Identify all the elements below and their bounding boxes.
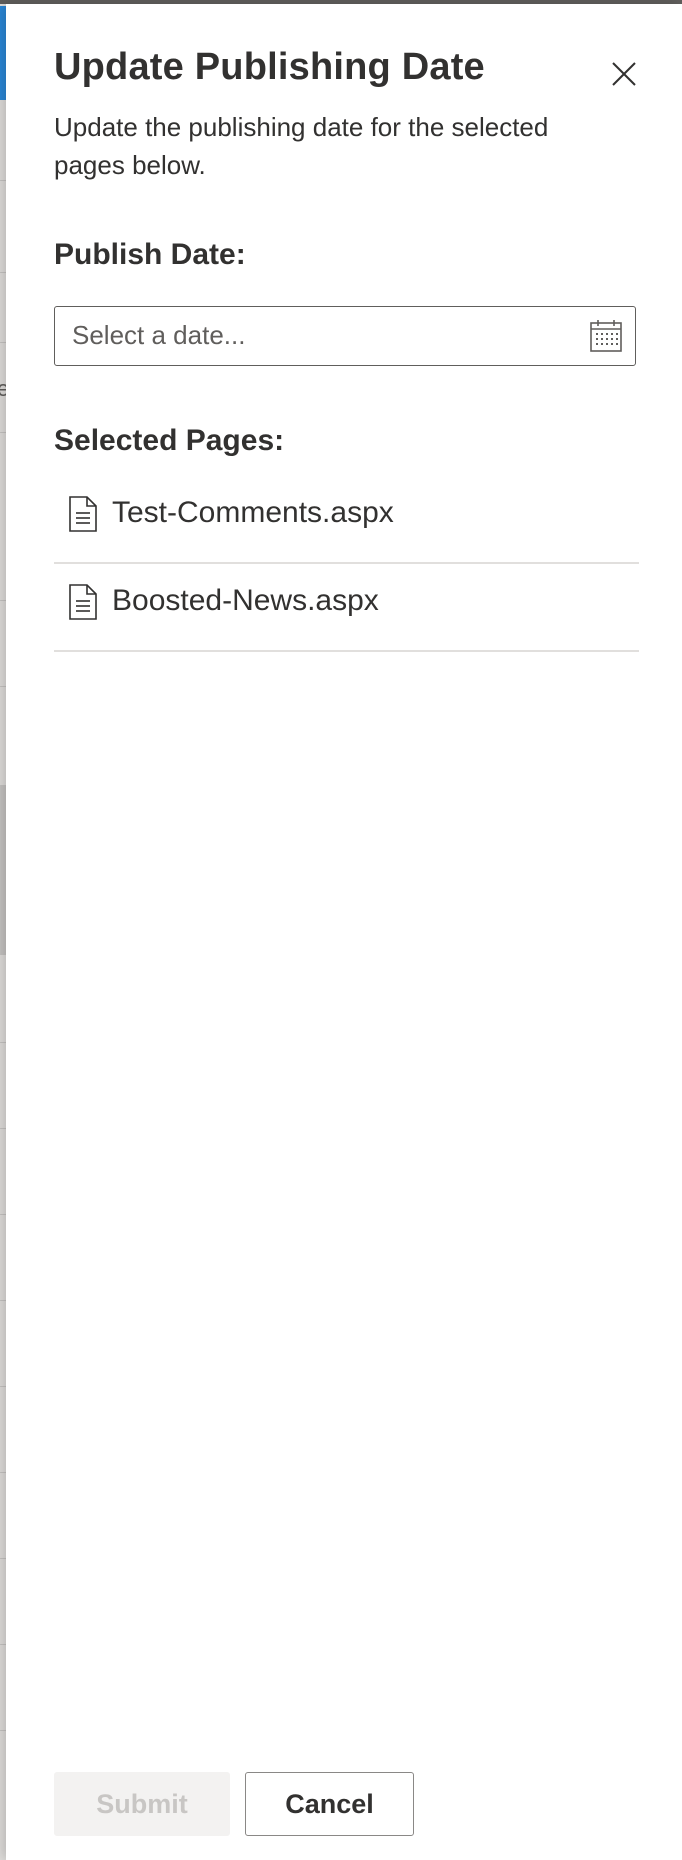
document-icon bbox=[69, 496, 97, 532]
selected-pages-label: Selected Pages: bbox=[54, 424, 285, 457]
list-item: Boosted-News.aspx bbox=[54, 564, 639, 652]
panel-description: Update the publishing date for the selec… bbox=[54, 112, 549, 180]
publish-date-label: Publish Date: bbox=[54, 238, 246, 271]
publish-date-field[interactable] bbox=[54, 306, 636, 366]
close-button[interactable] bbox=[606, 56, 642, 92]
list-item: Test-Comments.aspx bbox=[54, 476, 639, 564]
update-publishing-date-panel: Update Publishing Date Update the publis… bbox=[6, 4, 682, 1860]
selected-pages-list: Test-Comments.aspx Boosted-News.aspx bbox=[54, 476, 639, 652]
panel-title: Update Publishing Date bbox=[54, 46, 485, 88]
page-name: Boosted-News.aspx bbox=[112, 584, 379, 617]
close-icon bbox=[612, 62, 636, 86]
calendar-icon[interactable] bbox=[589, 319, 623, 353]
publish-date-input[interactable] bbox=[55, 307, 592, 364]
page-name: Test-Comments.aspx bbox=[112, 496, 394, 529]
cancel-button[interactable]: Cancel bbox=[245, 1772, 414, 1836]
submit-button[interactable]: Submit bbox=[54, 1772, 230, 1836]
document-icon bbox=[69, 584, 97, 620]
